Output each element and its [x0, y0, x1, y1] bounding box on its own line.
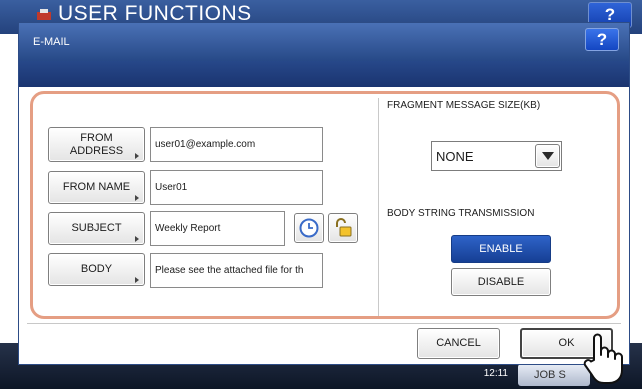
- footer-divider: [27, 323, 621, 324]
- user-functions-icon: [37, 9, 51, 20]
- footer-divider-highlight: [27, 325, 621, 326]
- from-name-label: FROM NAME: [62, 181, 131, 193]
- job-status-button[interactable]: JOB S: [518, 364, 590, 386]
- fragment-size-select[interactable]: NONE: [431, 141, 562, 171]
- arrow-icon: [135, 195, 139, 201]
- column-divider: [378, 98, 379, 316]
- email-dialog: E-MAIL ? FROM ADDRESS user01@example.com…: [18, 22, 630, 365]
- body-string-label: BODY STRING TRANSMISSION: [387, 208, 535, 219]
- body-label: BODY: [80, 263, 113, 275]
- enable-button[interactable]: ENABLE: [451, 235, 551, 263]
- help-button[interactable]: ?: [585, 28, 619, 51]
- dialog-title-bar: E-MAIL ?: [19, 23, 629, 61]
- fragment-size-value: NONE: [436, 149, 474, 164]
- from-name-field[interactable]: User01: [150, 170, 323, 205]
- dropdown-button[interactable]: [535, 144, 560, 168]
- clock: 12:11: [483, 368, 508, 379]
- subject-field[interactable]: Weekly Report: [150, 211, 285, 246]
- arrow-icon: [135, 277, 139, 283]
- chevron-down-icon: [541, 152, 554, 160]
- hand-pointer-icon: [583, 333, 623, 384]
- dialog-header-band: [19, 61, 629, 87]
- arrow-icon: [135, 153, 139, 159]
- from-address-label: FROM ADDRESS: [69, 131, 124, 157]
- unlock-icon: [336, 218, 352, 237]
- fragment-size-label: FRAGMENT MESSAGE SIZE(KB): [387, 100, 541, 111]
- body-field[interactable]: Please see the attached file for th: [150, 253, 323, 288]
- subject-label: SUBJECT: [71, 222, 122, 234]
- from-address-field[interactable]: user01@example.com: [150, 127, 323, 162]
- from-name-button[interactable]: FROM NAME: [48, 171, 145, 204]
- clock-icon: [299, 218, 319, 238]
- lock-button[interactable]: [328, 213, 358, 243]
- body-button[interactable]: BODY: [48, 253, 145, 286]
- disable-button[interactable]: DISABLE: [451, 268, 551, 296]
- dialog-title: E-MAIL: [33, 36, 70, 48]
- subject-button[interactable]: SUBJECT: [48, 212, 145, 245]
- cancel-button[interactable]: CANCEL: [417, 328, 500, 359]
- arrow-icon: [135, 236, 139, 242]
- email-settings-panel: FROM ADDRESS user01@example.com FROM NAM…: [30, 91, 620, 319]
- date-time-button[interactable]: [294, 213, 324, 243]
- from-address-button[interactable]: FROM ADDRESS: [48, 127, 145, 162]
